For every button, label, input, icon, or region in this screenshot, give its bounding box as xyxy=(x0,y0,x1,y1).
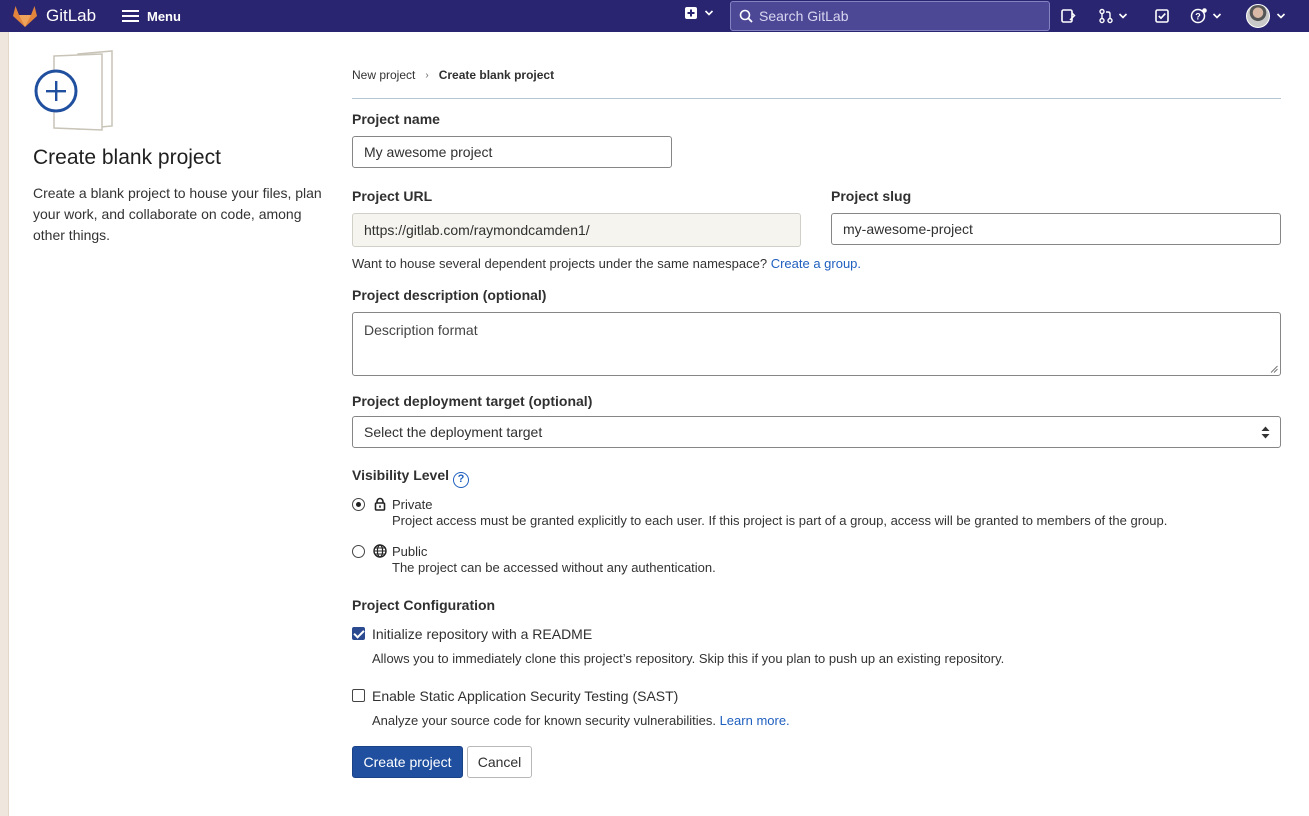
menu-label: Menu xyxy=(147,8,181,24)
sast-help: Analyze your source code for known secur… xyxy=(372,713,790,728)
merge-requests-button[interactable] xyxy=(1098,6,1128,26)
search-icon xyxy=(739,9,753,23)
chevron-down-icon xyxy=(704,10,714,16)
chevron-down-icon xyxy=(1118,13,1128,19)
avatar xyxy=(1246,4,1270,28)
visibility-public-radio[interactable] xyxy=(352,545,365,558)
select-arrows-icon xyxy=(1261,426,1270,439)
sidebar-edge xyxy=(0,32,9,816)
breadcrumb-separator-icon: › xyxy=(425,69,429,81)
globe-icon xyxy=(373,544,387,558)
learn-more-link[interactable]: Learn more. xyxy=(720,713,790,728)
project-slug-label: Project slug xyxy=(831,188,912,204)
sast-description: Analyze your source code for known secur… xyxy=(372,713,716,728)
hamburger-icon xyxy=(122,10,139,22)
page-description: Create a blank project to house your fil… xyxy=(33,185,322,243)
sast-checkbox[interactable] xyxy=(352,689,365,702)
breadcrumb: New project › Create blank project xyxy=(352,68,554,82)
project-url-input: https://gitlab.com/raymondcamden1/ xyxy=(352,213,801,247)
readme-description: Allows you to immediately clone this pro… xyxy=(372,651,1005,666)
sast-label[interactable]: Enable Static Application Security Testi… xyxy=(372,688,678,704)
menu-button[interactable]: Menu xyxy=(122,4,181,28)
namespace-help-text: Want to house several dependent projects… xyxy=(352,256,768,271)
blank-project-illustration xyxy=(34,50,113,131)
visibility-level-label: Visibility Level xyxy=(352,467,450,483)
project-description-label: Project description (optional) xyxy=(352,287,547,303)
visibility-public-label[interactable]: Public xyxy=(392,544,427,559)
help-icon: ? xyxy=(1190,8,1207,24)
breadcrumb-current[interactable]: Create blank project xyxy=(439,68,554,82)
project-url-value: https://gitlab.com/raymondcamden1/ xyxy=(364,222,590,238)
breadcrumb-new-project[interactable]: New project xyxy=(352,68,415,82)
gitlab-logo-icon[interactable] xyxy=(12,4,38,28)
project-url-label: Project URL xyxy=(352,188,433,204)
svg-text:?: ? xyxy=(1195,12,1201,22)
chevron-down-icon xyxy=(1276,13,1286,19)
project-slug-value: my-awesome-project xyxy=(843,221,973,237)
create-group-link[interactable]: Create a group. xyxy=(771,256,861,271)
question-mark-icon[interactable]: ? xyxy=(453,472,470,488)
plus-square-icon xyxy=(685,7,697,19)
user-menu-button[interactable] xyxy=(1246,4,1286,28)
visibility-level-heading: Visibility Level? xyxy=(352,467,470,488)
merge-request-icon xyxy=(1099,8,1113,24)
project-slug-input[interactable]: my-awesome-project xyxy=(831,213,1281,245)
deployment-target-select[interactable]: Select the deployment target xyxy=(352,416,1281,448)
deployment-target-selected: Select the deployment target xyxy=(364,424,543,440)
resize-handle-icon[interactable] xyxy=(1270,365,1278,373)
divider xyxy=(352,98,1281,99)
readme-label[interactable]: Initialize repository with a README xyxy=(372,626,592,642)
issues-icon xyxy=(1061,9,1076,23)
search-input[interactable]: Search GitLab xyxy=(730,1,1050,31)
page-title: Create blank project xyxy=(33,146,221,169)
deployment-target-label: Project deployment target (optional) xyxy=(352,393,593,409)
top-navbar: GitLab Menu Search GitLab ? xyxy=(0,0,1309,32)
new-item-button[interactable] xyxy=(684,6,714,20)
todos-button[interactable] xyxy=(1154,6,1170,26)
visibility-private-description: Project access must be granted explicitl… xyxy=(392,513,1168,528)
visibility-public-description: The project can be accessed without any … xyxy=(392,560,716,575)
project-description-placeholder: Description format xyxy=(364,322,478,338)
create-project-button[interactable]: Create project xyxy=(352,746,463,778)
issues-button[interactable] xyxy=(1060,6,1076,26)
project-configuration-label: Project Configuration xyxy=(352,597,496,613)
project-name-label: Project name xyxy=(352,111,440,127)
project-name-value: My awesome project xyxy=(364,144,493,160)
visibility-private-radio[interactable] xyxy=(352,498,365,511)
brand-name[interactable]: GitLab xyxy=(46,6,96,26)
chevron-down-icon xyxy=(1212,13,1222,19)
namespace-help: Want to house several dependent projects… xyxy=(352,256,861,271)
visibility-private-label[interactable]: Private xyxy=(392,497,432,512)
project-name-input[interactable]: My awesome project xyxy=(352,136,672,168)
todo-checkbox-icon xyxy=(1155,9,1169,23)
cancel-button[interactable]: Cancel xyxy=(467,746,532,778)
search-placeholder: Search GitLab xyxy=(759,8,849,24)
readme-checkbox[interactable] xyxy=(352,627,365,640)
help-button[interactable]: ? xyxy=(1190,6,1222,26)
lock-icon xyxy=(374,497,386,511)
project-description-textarea[interactable]: Description format xyxy=(352,312,1281,376)
